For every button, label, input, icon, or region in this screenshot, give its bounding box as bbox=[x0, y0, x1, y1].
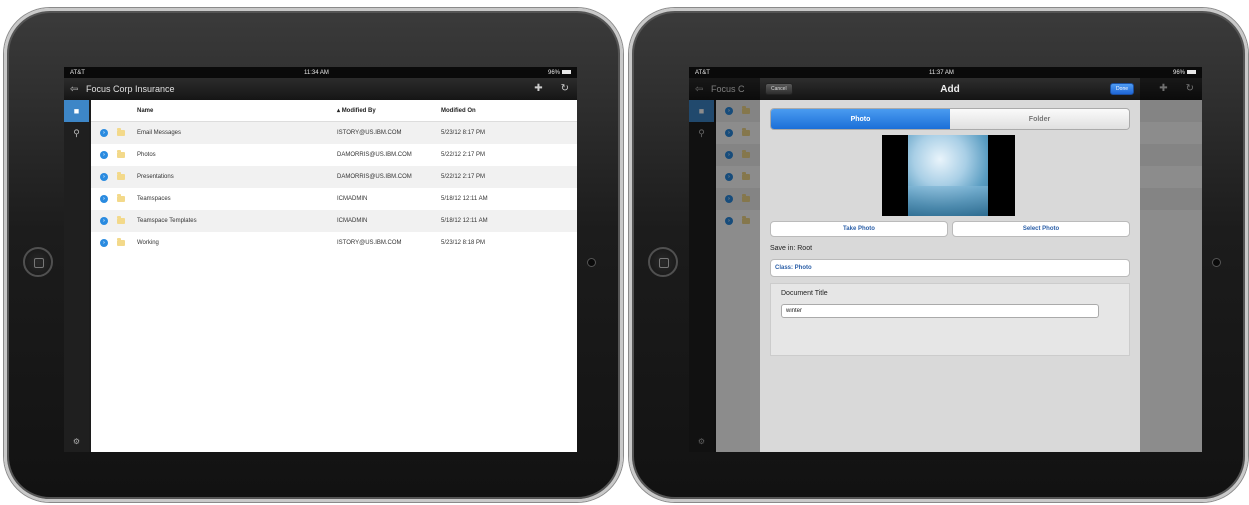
row-name: Working bbox=[137, 240, 159, 246]
search-icon[interactable]: ⚲ bbox=[64, 122, 89, 144]
ipad-screen-left: AT&T 11:34 AM 96% ⇦ Focus Corp Insurance… bbox=[64, 67, 577, 452]
select-photo-button[interactable]: Select Photo bbox=[952, 221, 1130, 237]
folder-icon bbox=[117, 238, 125, 246]
title-bar: ⇦ Focus Corp Insurance ✚ ↻ bbox=[64, 78, 577, 100]
folder-icon[interactable]: ■ bbox=[64, 100, 89, 122]
folder-table: Name ▴ Modified By Modified On › Email M… bbox=[91, 100, 577, 452]
row-modified-by: ICMADMIN bbox=[337, 218, 368, 224]
camera-dot bbox=[587, 258, 596, 267]
row-name: Teamspace Templates bbox=[137, 218, 197, 224]
battery-icon bbox=[1187, 69, 1196, 74]
info-icon[interactable]: › bbox=[100, 195, 108, 203]
take-photo-button[interactable]: Take Photo bbox=[770, 221, 948, 237]
settings-icon[interactable]: ⚙ bbox=[64, 437, 89, 446]
type-segmented-control: Photo Folder bbox=[770, 108, 1130, 130]
column-header-modified-by[interactable]: ▴ Modified By bbox=[337, 107, 441, 114]
segment-photo[interactable]: Photo bbox=[771, 109, 950, 129]
status-bar: AT&T 11:34 AM 96% bbox=[64, 67, 577, 78]
row-name: Photos bbox=[137, 152, 156, 158]
back-arrow-icon[interactable]: ⇦ bbox=[70, 84, 86, 95]
battery-indicator: 96% bbox=[548, 70, 571, 76]
table-header: Name ▴ Modified By Modified On bbox=[91, 100, 577, 122]
column-header-name[interactable]: Name bbox=[137, 108, 337, 114]
folder-icon bbox=[117, 216, 125, 224]
table-row[interactable]: › Teamspaces ICMADMIN 5/18/12 12:11 AM bbox=[91, 188, 577, 210]
row-modified-on: 5/22/12 2:17 PM bbox=[441, 152, 486, 158]
row-modified-on: 5/18/12 12:11 AM bbox=[441, 196, 488, 202]
dialog-title: Add bbox=[940, 83, 960, 95]
table-row[interactable]: › Photos DAMORRIS@US.IBM.COM 5/22/12 2:1… bbox=[91, 144, 577, 166]
properties-panel: Document Title bbox=[770, 283, 1130, 356]
dialog-toolbar: Cancel Add Done bbox=[760, 78, 1140, 100]
ipad-frame-right: AT&T 11:37 AM 96% ⇦ Focus C ✚ ↻ ■ ⚲ ⚙ › … bbox=[629, 8, 1248, 502]
home-button[interactable] bbox=[23, 247, 53, 277]
page-title: Focus Corp Insurance bbox=[86, 84, 175, 94]
column-header-modified-on[interactable]: Modified On bbox=[441, 108, 541, 114]
status-time: 11:37 AM bbox=[928, 69, 954, 76]
info-icon[interactable]: › bbox=[100, 217, 108, 225]
carrier-label: AT&T bbox=[70, 69, 85, 76]
ipad-frame-left: AT&T 11:34 AM 96% ⇦ Focus Corp Insurance… bbox=[4, 8, 623, 502]
camera-dot bbox=[1212, 258, 1221, 267]
row-name: Presentations bbox=[137, 174, 174, 180]
folder-icon bbox=[117, 194, 125, 202]
folder-icon bbox=[117, 128, 125, 136]
plus-icon[interactable]: ✚ bbox=[534, 83, 542, 94]
row-modified-by: ISTORY@US.IBM.COM bbox=[337, 240, 402, 246]
row-modified-by: DAMORRIS@US.IBM.COM bbox=[337, 152, 412, 158]
battery-icon bbox=[562, 69, 571, 74]
row-modified-by: DAMORRIS@US.IBM.COM bbox=[337, 174, 412, 180]
document-title-label: Document Title bbox=[781, 290, 828, 297]
segment-folder[interactable]: Folder bbox=[950, 109, 1129, 129]
home-button[interactable] bbox=[648, 247, 678, 277]
table-row[interactable]: › Email Messages ISTORY@US.IBM.COM 5/23/… bbox=[91, 122, 577, 144]
row-modified-by: ISTORY@US.IBM.COM bbox=[337, 130, 402, 136]
row-name: Email Messages bbox=[137, 130, 182, 136]
info-icon[interactable]: › bbox=[100, 173, 108, 181]
row-name: Teamspaces bbox=[137, 196, 171, 202]
table-row[interactable]: › Teamspace Templates ICMADMIN 5/18/12 1… bbox=[91, 210, 577, 232]
folder-icon bbox=[117, 150, 125, 158]
table-row[interactable]: › Presentations DAMORRIS@US.IBM.COM 5/22… bbox=[91, 166, 577, 188]
cancel-button[interactable]: Cancel bbox=[765, 83, 793, 95]
photo-preview bbox=[882, 135, 1015, 216]
photo-thumbnail bbox=[908, 135, 988, 216]
row-modified-by: ICMADMIN bbox=[337, 196, 368, 202]
status-time: 11:34 AM bbox=[303, 69, 329, 76]
save-in-value: Root bbox=[797, 245, 813, 252]
ipad-screen-right: AT&T 11:37 AM 96% ⇦ Focus C ✚ ↻ ■ ⚲ ⚙ › … bbox=[689, 67, 1202, 452]
battery-indicator: 96% bbox=[1173, 70, 1196, 76]
folder-icon bbox=[117, 172, 125, 180]
info-icon[interactable]: › bbox=[100, 239, 108, 247]
status-bar: AT&T 11:37 AM 96% bbox=[689, 67, 1202, 78]
carrier-label: AT&T bbox=[695, 69, 710, 76]
save-in-row: Save in: Root bbox=[770, 245, 812, 252]
info-icon[interactable]: › bbox=[100, 129, 108, 137]
done-button[interactable]: Done bbox=[1110, 83, 1134, 95]
row-modified-on: 5/23/12 8:17 PM bbox=[441, 130, 486, 136]
table-row[interactable]: › Working ISTORY@US.IBM.COM 5/23/12 8:18… bbox=[91, 232, 577, 254]
class-selector[interactable]: Class: Photo bbox=[770, 259, 1130, 277]
save-in-label: Save in: bbox=[770, 245, 796, 252]
info-icon[interactable]: › bbox=[100, 151, 108, 159]
row-modified-on: 5/18/12 12:11 AM bbox=[441, 218, 488, 224]
document-title-field[interactable] bbox=[781, 304, 1099, 318]
row-modified-on: 5/22/12 2:17 PM bbox=[441, 174, 486, 180]
add-dialog: Cancel Add Done Photo Folder Take Photo … bbox=[760, 78, 1140, 452]
refresh-icon[interactable]: ↻ bbox=[561, 83, 569, 94]
sidebar: ■ ⚲ ⚙ bbox=[64, 100, 89, 452]
row-modified-on: 5/23/12 8:18 PM bbox=[441, 240, 486, 246]
